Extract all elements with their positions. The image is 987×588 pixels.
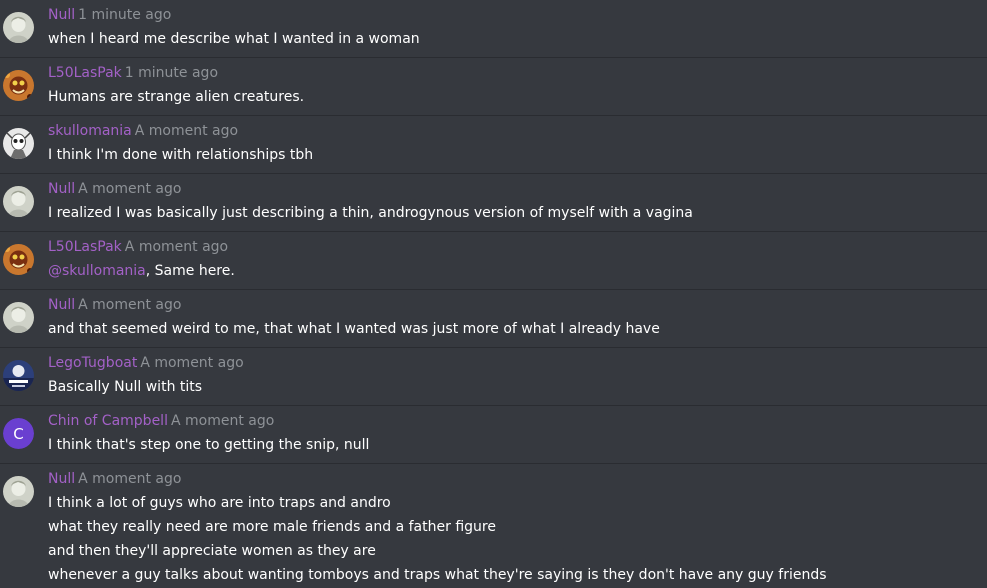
author-name[interactable]: L50LasPak: [48, 239, 122, 255]
avatar[interactable]: [3, 186, 34, 217]
message-content: I think that's step one to getting the s…: [48, 433, 369, 457]
message-content: when I heard me describe what I wanted i…: [48, 27, 420, 51]
legotugboat-avatar-icon: [3, 360, 34, 391]
chat-message: Null 1 minute ago when I heard me describ…: [0, 0, 987, 58]
chat-message: Null A moment ago I think a lot of guys w…: [0, 464, 987, 587]
author-name[interactable]: Null: [48, 297, 75, 313]
timestamp: A moment ago: [78, 297, 182, 313]
timestamp: A moment ago: [140, 355, 244, 371]
null-avatar-icon: [3, 12, 34, 43]
message-line: I think that's step one to getting the s…: [48, 437, 370, 453]
avatar-letter: C: [13, 425, 23, 443]
author-name[interactable]: Null: [48, 181, 75, 197]
message-line: what they really need are more male frie…: [48, 519, 496, 535]
avatar[interactable]: C: [3, 418, 34, 449]
message-line: when I heard me describe what I wanted i…: [48, 31, 420, 47]
chat-message: L50LasPak A moment ago @skullomania, Same…: [0, 232, 987, 290]
timestamp: 1 minute ago: [124, 65, 219, 81]
null-avatar-icon: [3, 186, 34, 217]
skullomania-avatar-icon: [3, 128, 34, 159]
user-mention[interactable]: @skullomania: [48, 263, 146, 279]
message-line: whenever a guy talks about wanting tombo…: [48, 567, 827, 583]
chat-message: skullomania A moment ago I think I'm done…: [0, 116, 987, 174]
chat-message: L50LasPak 1 minute ago Humans are strange…: [0, 58, 987, 116]
timestamp: A moment ago: [170, 413, 275, 429]
message-content: and that seemed weird to me, that what I…: [48, 317, 660, 341]
null-avatar-icon: [3, 302, 34, 333]
author-name[interactable]: LegoTugboat: [48, 355, 137, 371]
avatar[interactable]: [3, 12, 34, 43]
message-line: and then they'll appreciate women as the…: [48, 543, 376, 559]
message-line: Humans are strange alien creatures.: [48, 89, 305, 105]
avatar[interactable]: [3, 70, 34, 101]
chat-message: Null A moment ago and that seemed weird t…: [0, 290, 987, 348]
author-name[interactable]: L50LasPak: [48, 65, 122, 81]
author-name[interactable]: Null: [48, 7, 75, 23]
timestamp: A moment ago: [134, 123, 239, 139]
message-line: Basically Null with tits: [48, 379, 203, 395]
laspak-avatar-icon: [3, 244, 34, 275]
message-line: and that seemed weird to me, that what I…: [48, 321, 660, 337]
timestamp: 1 minute ago: [78, 7, 172, 23]
letter-avatar-icon: C: [3, 418, 34, 449]
avatar[interactable]: [3, 128, 34, 159]
avatar[interactable]: [3, 476, 34, 507]
avatar[interactable]: [3, 360, 34, 391]
author-name[interactable]: Chin of Campbell: [48, 413, 168, 429]
message-content: Humans are strange alien creatures.: [48, 85, 304, 109]
timestamp: A moment ago: [124, 239, 229, 255]
avatar[interactable]: [3, 302, 34, 333]
message-line: @skullomania, Same here.: [48, 259, 235, 283]
message-content: I think I'm done with relationships tbh: [48, 143, 313, 167]
chat-message: Null A moment ago I realized I was basica…: [0, 174, 987, 232]
message-line: I think I'm done with relationships tbh: [48, 147, 314, 163]
avatar[interactable]: [3, 244, 34, 275]
chat-message: C Chin of Campbell A moment ago I think t…: [0, 406, 987, 464]
timestamp: A moment ago: [78, 181, 182, 197]
null-avatar-icon: [3, 476, 34, 507]
message-content: Basically Null with tits: [48, 375, 202, 399]
message-line: I realized I was basically just describi…: [48, 205, 693, 221]
chat-log: Null 1 minute ago when I heard me describ…: [0, 0, 987, 588]
message-text: , Same here.: [145, 263, 235, 279]
message-content: @skullomania, Same here.: [48, 259, 235, 283]
author-name[interactable]: skullomania: [48, 123, 132, 139]
message-content: I realized I was basically just describi…: [48, 201, 693, 225]
author-name[interactable]: Null: [48, 471, 75, 487]
message-line: I think a lot of guys who are into traps…: [48, 495, 391, 511]
chat-message: LegoTugboat A moment ago Basically Null w…: [0, 348, 987, 406]
laspak-avatar-icon: [3, 70, 34, 101]
timestamp: A moment ago: [78, 471, 182, 487]
